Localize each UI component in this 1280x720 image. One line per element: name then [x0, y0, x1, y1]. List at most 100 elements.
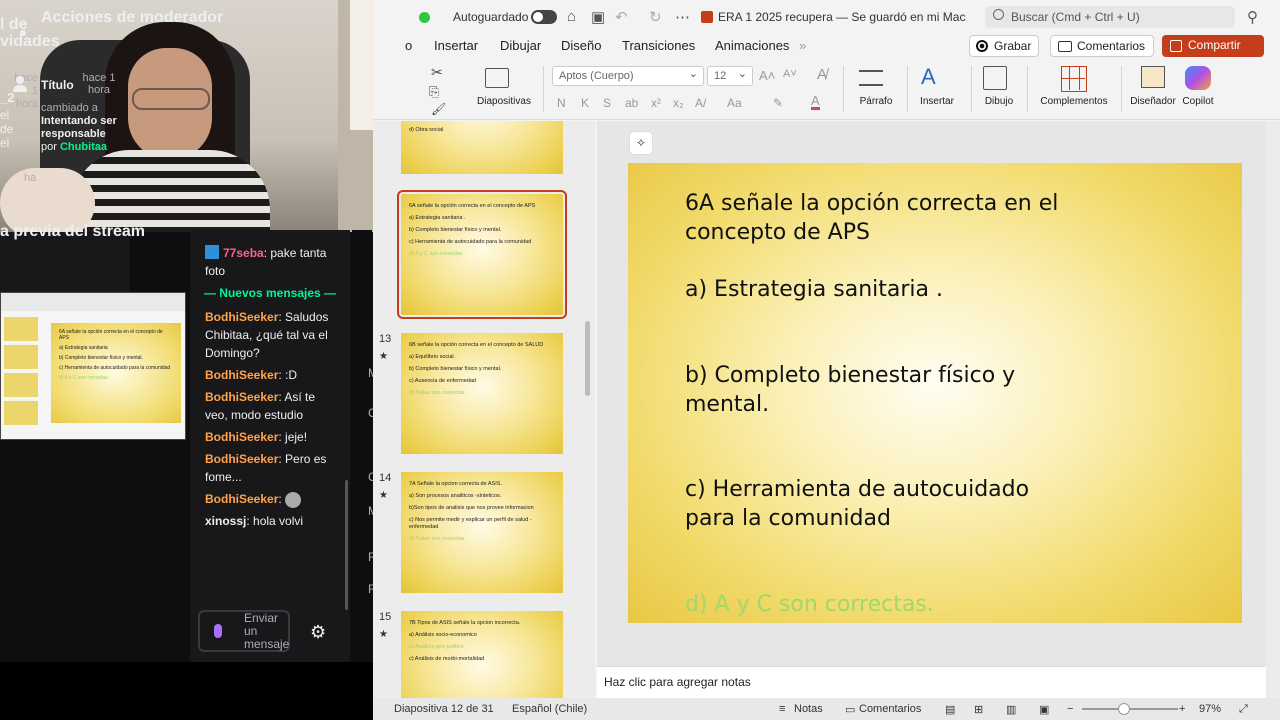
- paragraph-icon[interactable]: [859, 70, 883, 86]
- save-icon[interactable]: ▣: [591, 8, 605, 26]
- moderator-panel-title: Acciones de moderador: [41, 9, 224, 26]
- copilot-icon[interactable]: [1185, 66, 1211, 90]
- format-button[interactable]: A/: [695, 96, 706, 110]
- notes-pane[interactable]: Haz clic para agregar notas: [597, 666, 1266, 698]
- chat-username[interactable]: BodhiSeeker: [205, 452, 278, 466]
- slide-thumbnail[interactable]: 7A Señale la opcion correcta de ASIS. a) …: [401, 472, 563, 593]
- stream-dashboard: a previa del stream 6A señale la opción …: [0, 0, 408, 720]
- paragraph-label[interactable]: Párrafo: [851, 96, 901, 107]
- zoom-out-icon[interactable]: −: [1067, 703, 1073, 715]
- channel-name[interactable]: Chubitaa: [60, 141, 107, 153]
- chat-input[interactable]: Enviar un mensaje: [198, 610, 290, 652]
- chat-username[interactable]: xinossj: [205, 514, 246, 528]
- reading-view-icon[interactable]: ▥: [1006, 703, 1016, 716]
- search-input[interactable]: Buscar (Cmd + Ctrl + U): [985, 6, 1235, 28]
- canvas-scrollbar[interactable]: [1266, 121, 1280, 698]
- zoom-level[interactable]: 97%: [1199, 703, 1221, 715]
- main-slide[interactable]: 6A señale la opción correcta en el conce…: [628, 163, 1242, 623]
- more-icon[interactable]: ⋯: [675, 8, 690, 26]
- microphone-icon[interactable]: [214, 624, 222, 638]
- format-button[interactable]: N: [557, 96, 566, 110]
- gear-icon[interactable]: ⚙: [310, 622, 326, 643]
- more-tabs-icon[interactable]: »: [799, 38, 806, 53]
- language-indicator[interactable]: Español (Chile): [512, 703, 587, 715]
- font-color-icon[interactable]: A: [811, 94, 820, 110]
- draw-label[interactable]: Dibujo: [977, 96, 1021, 107]
- mini-slide-line: d) A y C son correctas: [59, 375, 108, 381]
- chat-scrollbar[interactable]: [345, 480, 348, 610]
- format-painter-icon[interactable]: 🖌: [431, 102, 446, 116]
- clear-format-icon[interactable]: A̸: [817, 66, 827, 83]
- insert-label[interactable]: Insertar: [915, 96, 959, 107]
- ribbon-tab[interactable]: Dibujar: [500, 38, 541, 53]
- chat-username[interactable]: BodhiSeeker: [205, 492, 278, 506]
- increase-font-icon[interactable]: A˄: [759, 68, 775, 83]
- slide-thumbnail[interactable]: 7B Tipos de ASIS señale la opcion incorr…: [401, 611, 563, 698]
- slides-icon[interactable]: [485, 68, 509, 88]
- slideshow-icon[interactable]: ▣: [1039, 703, 1049, 716]
- format-button[interactable]: Aa: [727, 96, 742, 110]
- stream-preview-thumbnail[interactable]: 6A señale la opción correcta en el conce…: [0, 292, 186, 440]
- comments-icon[interactable]: ▭: [845, 703, 855, 716]
- ribbon-tab[interactable]: o: [405, 38, 412, 53]
- slide-thumbnail[interactable]: 6A señale la opción correcta en el conce…: [397, 190, 567, 319]
- rail-scrollbar[interactable]: [585, 321, 590, 396]
- paste-icon[interactable]: ⎘: [429, 84, 439, 100]
- slide-editor-canvas[interactable]: ✧ 6A señale la opción correcta en el con…: [597, 121, 1266, 666]
- slide-title-line: concepto de APS: [685, 220, 870, 245]
- comments-toggle[interactable]: Comentarios: [859, 703, 921, 715]
- ribbon-tab[interactable]: Insertar: [434, 38, 478, 53]
- designer-icon[interactable]: [1141, 66, 1165, 88]
- account-icon[interactable]: ⚲: [1247, 8, 1258, 26]
- home-icon[interactable]: ⌂: [567, 8, 576, 25]
- chat-username[interactable]: BodhiSeeker: [205, 430, 278, 444]
- share-button[interactable]: Compartir: [1162, 35, 1264, 57]
- changed-to-label: cambiado a: [41, 102, 98, 114]
- slides-label[interactable]: Diapositivas: [473, 96, 535, 107]
- zoom-slider-handle[interactable]: [1118, 703, 1130, 715]
- slide-thumbnail[interactable]: 6B señale la opción correcta en el conce…: [401, 333, 563, 454]
- comments-button[interactable]: Comentarios: [1050, 35, 1154, 57]
- maximize-button[interactable]: [419, 12, 430, 23]
- format-button[interactable]: x₂: [673, 96, 684, 110]
- format-button[interactable]: S: [603, 96, 611, 110]
- chat-input-placeholder: Enviar un mensaje: [244, 611, 290, 651]
- zoom-in-icon[interactable]: +: [1179, 703, 1185, 715]
- slide-number: 14: [379, 472, 392, 484]
- ribbon-tab[interactable]: Diseño: [561, 38, 601, 53]
- chat-username[interactable]: BodhiSeeker: [205, 310, 278, 324]
- autosave-label: Autoguardado: [453, 10, 529, 24]
- slide-sorter-icon[interactable]: ⊞: [974, 703, 983, 716]
- font-size-select[interactable]: 12: [707, 66, 753, 86]
- chat-username[interactable]: BodhiSeeker: [205, 368, 278, 382]
- slide-thumbnail[interactable]: d) Obra social: [401, 121, 563, 174]
- font-name-select[interactable]: Aptos (Cuerpo): [552, 66, 704, 86]
- ribbon-tab[interactable]: Animaciones: [715, 38, 789, 53]
- chat-username[interactable]: BodhiSeeker: [205, 390, 278, 404]
- redo-icon[interactable]: ↻: [649, 8, 662, 26]
- fit-slide-icon[interactable]: ⤢: [1239, 703, 1248, 716]
- chat-username[interactable]: 77seba: [223, 246, 264, 260]
- addins-icon[interactable]: [1061, 66, 1087, 92]
- draw-icon[interactable]: [983, 66, 1007, 90]
- copilot-label[interactable]: Copilot: [1179, 96, 1217, 107]
- highlight-icon[interactable]: ✎: [773, 96, 783, 110]
- decrease-font-icon[interactable]: A˅: [783, 68, 797, 80]
- zoom-slider[interactable]: [1082, 708, 1178, 710]
- notes-icon[interactable]: ≡: [779, 703, 785, 715]
- undo-icon[interactable]: ↶: [615, 8, 628, 26]
- format-button[interactable]: K: [581, 96, 589, 110]
- format-button[interactable]: ab: [625, 96, 638, 110]
- insert-shape-icon[interactable]: A: [921, 64, 936, 90]
- autosave-toggle[interactable]: [531, 10, 557, 24]
- cut-icon[interactable]: ✂: [431, 64, 443, 81]
- format-button[interactable]: x²: [651, 96, 661, 110]
- document-title[interactable]: ERA 1 2025 recupera — Se guardó en mi Ma…: [718, 10, 965, 24]
- record-button[interactable]: Grabar: [969, 35, 1039, 57]
- designer-label[interactable]: Diseñador: [1127, 96, 1179, 107]
- normal-view-icon[interactable]: ▤: [945, 703, 955, 716]
- notes-toggle[interactable]: Notas: [794, 703, 823, 715]
- copilot-slide-button[interactable]: ✧: [629, 131, 653, 155]
- ribbon-tab[interactable]: Transiciones: [622, 38, 695, 53]
- addins-label[interactable]: Complementos: [1037, 96, 1111, 107]
